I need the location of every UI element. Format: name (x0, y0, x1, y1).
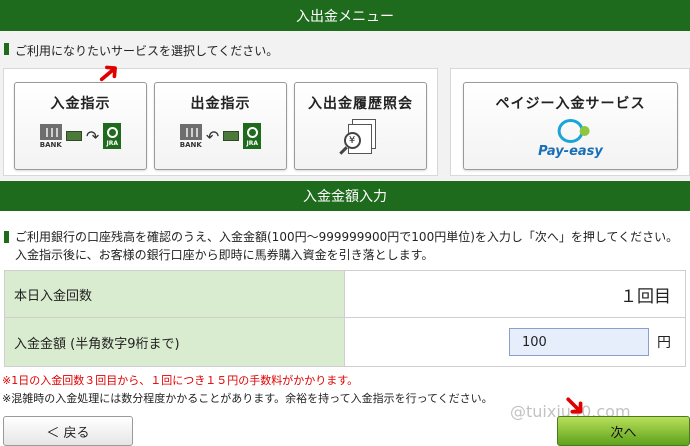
deposit-amount-row: 入金金額 (半角数字9桁まで) 円 (5, 318, 685, 366)
service-prompt-text: ご利用になりたいサービスを選択してください。 (15, 44, 279, 58)
deposit-amount-title: 入金金額入力 (303, 189, 387, 205)
deposit-count-row: 本日入金回数 １回目 (5, 271, 685, 318)
history-search-icon: ¥ (338, 119, 378, 159)
bank-to-jra-icon: BANK ↷ JRA (15, 123, 146, 149)
deposit-count-label: 本日入金回数 (5, 271, 345, 317)
deposit-count-value: １回目 (620, 286, 671, 307)
flow-arrow-icon: ↷ (85, 126, 100, 146)
banknote-icon (223, 131, 240, 141)
service-prompt: ご利用になりたいサービスを選択してください。 (4, 42, 278, 59)
history-inquiry-button[interactable]: 入出金履歴照会 ¥ (294, 82, 427, 170)
instruction-line-1: ご利用銀行の口座残高を確認のうえ、入金金額(100円～999999900円で10… (15, 230, 679, 244)
banknote-icon (65, 131, 82, 141)
deposit-form: 本日入金回数 １回目 入金金額 (半角数字9桁まで) 円 (4, 270, 686, 367)
deposit-amount-input[interactable] (509, 328, 649, 356)
payeasy-logo-icon: Pay-easy (538, 119, 603, 159)
jra-icon: JRA (243, 123, 262, 149)
jra-icon: JRA (103, 123, 122, 149)
menu-title: 入出金メニュー (296, 8, 394, 25)
deposit-amount-label: 入金金額 (半角数字9桁まで) (5, 318, 345, 366)
withdrawal-instruction-label: 出金指示 (190, 96, 251, 112)
deposit-instructions: ご利用銀行の口座残高を確認のうえ、入金金額(100円～999999900円で10… (4, 228, 678, 264)
amount-unit-label: 円 (657, 335, 671, 351)
flow-arrow-icon: ↶ (205, 126, 220, 146)
deposit-amount-header: 入金金額入力 (0, 181, 690, 211)
withdrawal-instruction-button[interactable]: 出金指示 BANK ↶ JRA (154, 82, 287, 170)
bank-icon: BANK (40, 123, 62, 149)
payeasy-deposit-button[interactable]: ペイジー入金サービス Pay-easy (463, 82, 678, 170)
deposit-instruction-button[interactable]: 入金指示 BANK ↷ JRA (14, 82, 147, 170)
bullet-mark (4, 231, 9, 243)
payeasy-deposit-label: ペイジー入金サービス (495, 96, 646, 112)
back-button[interactable]: ＜ 戻る (3, 416, 133, 446)
deposit-instruction-label: 入金指示 (50, 96, 111, 112)
fee-notice: ※1日の入金回数３回目から、１回につき１５円の手数料がかかります。 (2, 374, 359, 387)
menu-header: 入出金メニュー (0, 0, 690, 31)
history-inquiry-label: 入出金履歴照会 (308, 96, 413, 112)
bullet-mark (4, 43, 9, 55)
instruction-line-2: 入金指示後に、お客様の銀行口座から即時に馬券購入資金を引き落とします。 (15, 248, 434, 262)
delay-notice: ※混雑時の入金処理には数分程度かかることがあります。余裕を持って入金指示を行って… (2, 392, 493, 405)
bank-icon: BANK (180, 123, 202, 149)
jra-to-bank-icon: BANK ↶ JRA (155, 123, 286, 149)
